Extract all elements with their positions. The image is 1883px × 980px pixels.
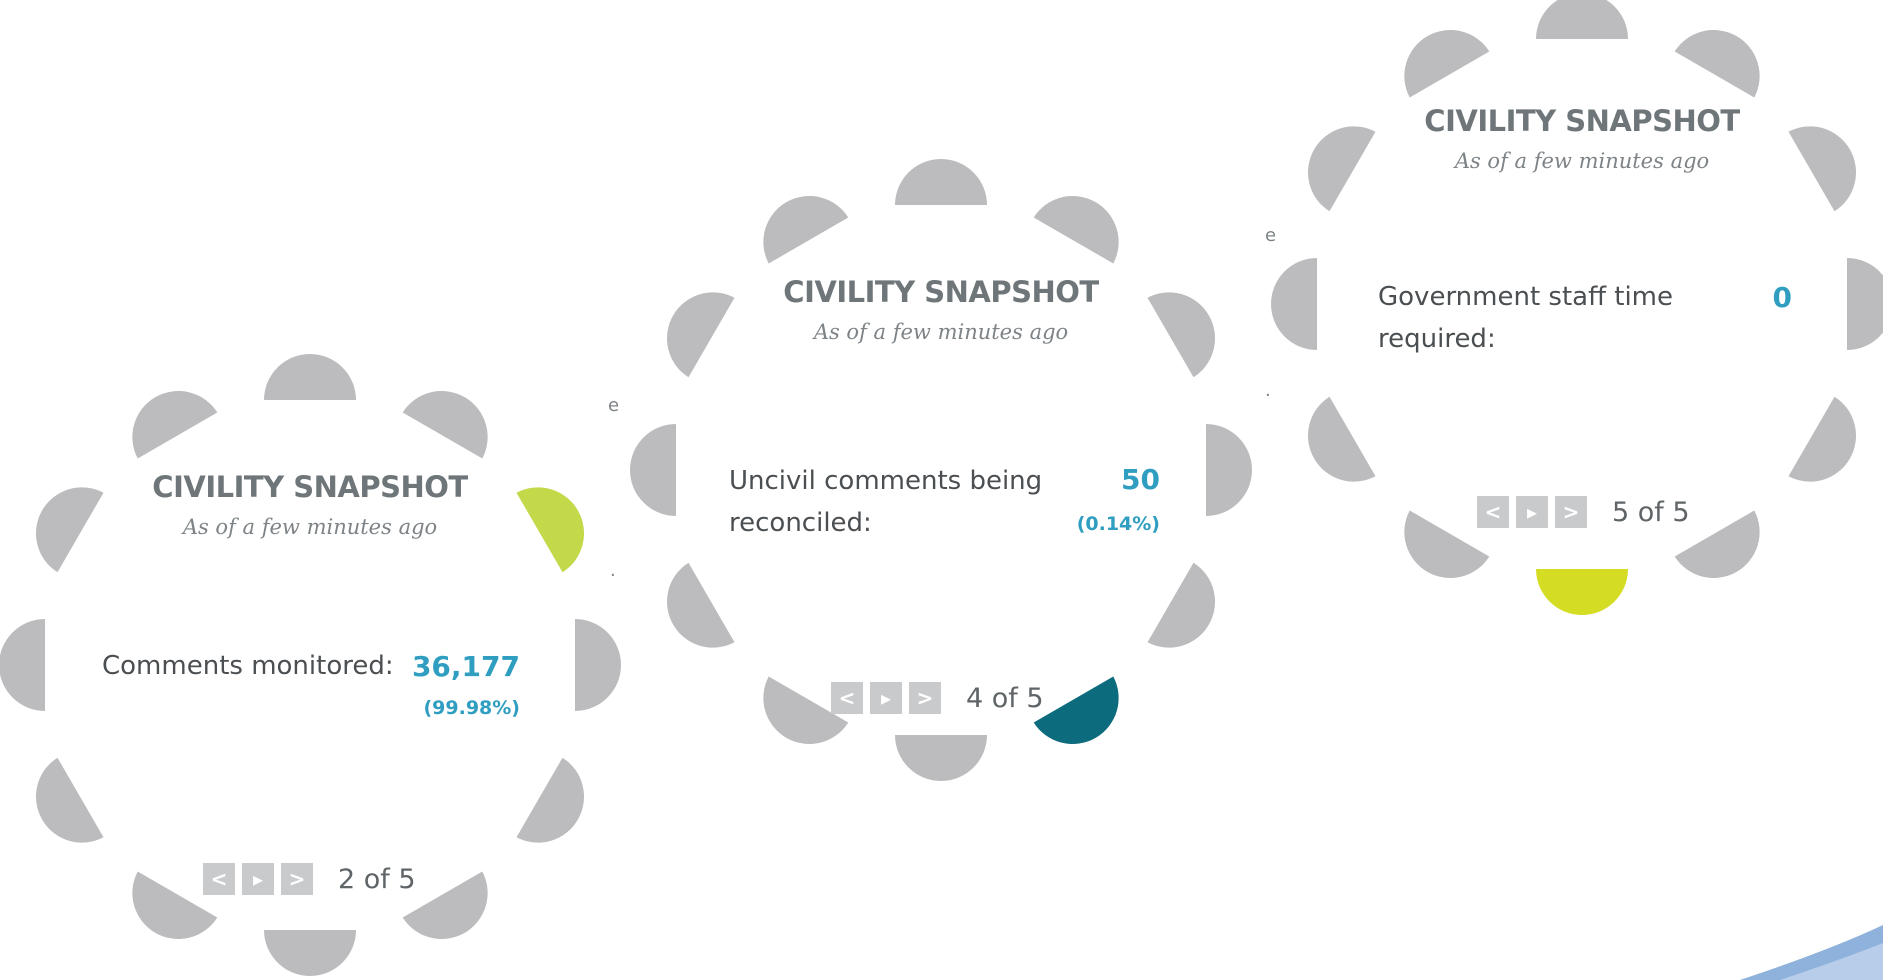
- ring-segment: [1307, 396, 1376, 482]
- pager: < ▸ > 4 of 5: [831, 682, 1044, 714]
- page-count: 5 of 5: [1612, 496, 1690, 528]
- ring-segment: [516, 757, 585, 843]
- ring-segment: [1147, 562, 1216, 648]
- ring-segment: [666, 562, 735, 648]
- page-count: 2 of 5: [338, 863, 416, 895]
- ring-segment: [895, 735, 987, 781]
- stray-mark: e: [608, 395, 620, 416]
- metric-label-line-1: Comments monitored:: [102, 651, 394, 681]
- metric-label-line-2: reconciled:: [729, 508, 872, 538]
- ring-segment: [895, 159, 987, 205]
- ring-segment-active: [1033, 676, 1119, 745]
- metric-label: Government staff time required:: [1378, 276, 1698, 360]
- widget-title: CIVILITY SNAPSHOT: [152, 470, 468, 504]
- widget-title: CIVILITY SNAPSHOT: [783, 275, 1099, 309]
- ring-segment: [35, 757, 104, 843]
- pager: < ▸ > 5 of 5: [1477, 496, 1690, 528]
- ring-segment: [0, 619, 45, 711]
- corner-swoosh: [1740, 925, 1883, 980]
- page-count: 4 of 5: [966, 682, 1044, 714]
- metric-percent: (0.14%): [1076, 513, 1160, 535]
- prev-button[interactable]: <: [1477, 496, 1509, 528]
- metric-label: Comments monitored:: [102, 645, 432, 687]
- ring-segment: [1788, 396, 1857, 482]
- civility-widget-1: CIVILITY SNAPSHOT As of a few minutes ag…: [0, 354, 621, 976]
- metric-value: 50: [1121, 463, 1160, 496]
- ring-segment: [1033, 195, 1119, 264]
- stray-mark: .: [610, 560, 616, 581]
- civility-widget-3: CIVILITY SNAPSHOT As of a few minutes ag…: [1271, 0, 1883, 615]
- prev-button[interactable]: <: [831, 682, 863, 714]
- ring-segment-active: [1536, 569, 1628, 615]
- next-button[interactable]: >: [1555, 496, 1587, 528]
- ring-segment: [1847, 258, 1883, 350]
- ring-segment: [402, 390, 488, 459]
- ring-segment: [630, 424, 676, 516]
- ring-segment: [264, 930, 356, 976]
- metric-value: 0: [1772, 281, 1792, 314]
- ring-segment: [1536, 0, 1628, 39]
- play-button[interactable]: ▸: [870, 682, 902, 714]
- metric-label-line-2: required:: [1378, 324, 1496, 354]
- stray-mark: .: [1265, 380, 1271, 401]
- ring-segment: [1674, 29, 1760, 98]
- prev-button[interactable]: <: [203, 863, 235, 895]
- ring-segment: [763, 195, 849, 264]
- pager: < ▸ > 2 of 5: [203, 863, 416, 895]
- ring-segment: [1271, 258, 1317, 350]
- next-button[interactable]: >: [909, 682, 941, 714]
- ring-segment: [132, 390, 218, 459]
- stray-mark: e: [1265, 225, 1277, 246]
- widget-subtitle: As of a few minutes ago: [182, 515, 438, 539]
- ring-segment: [575, 619, 621, 711]
- ring-segment: [1206, 424, 1252, 516]
- widget-subtitle: As of a few minutes ago: [813, 320, 1069, 344]
- metric-label-line-1: Uncivil comments being: [729, 466, 1043, 496]
- next-button[interactable]: >: [281, 863, 313, 895]
- metric-label: Uncivil comments being reconciled:: [729, 460, 1069, 544]
- metric-percent: (99.98%): [423, 697, 520, 719]
- widget-title: CIVILITY SNAPSHOT: [1424, 104, 1740, 138]
- play-button[interactable]: ▸: [1516, 496, 1548, 528]
- play-button[interactable]: ▸: [242, 863, 274, 895]
- metric-value: 36,177: [411, 650, 520, 683]
- ring-segment: [264, 354, 356, 400]
- civility-widget-2: CIVILITY SNAPSHOT As of a few minutes ag…: [630, 159, 1252, 781]
- widget-subtitle: As of a few minutes ago: [1454, 149, 1710, 173]
- ring-segment: [1404, 29, 1490, 98]
- metric-label-line-1: Government staff time: [1378, 282, 1674, 312]
